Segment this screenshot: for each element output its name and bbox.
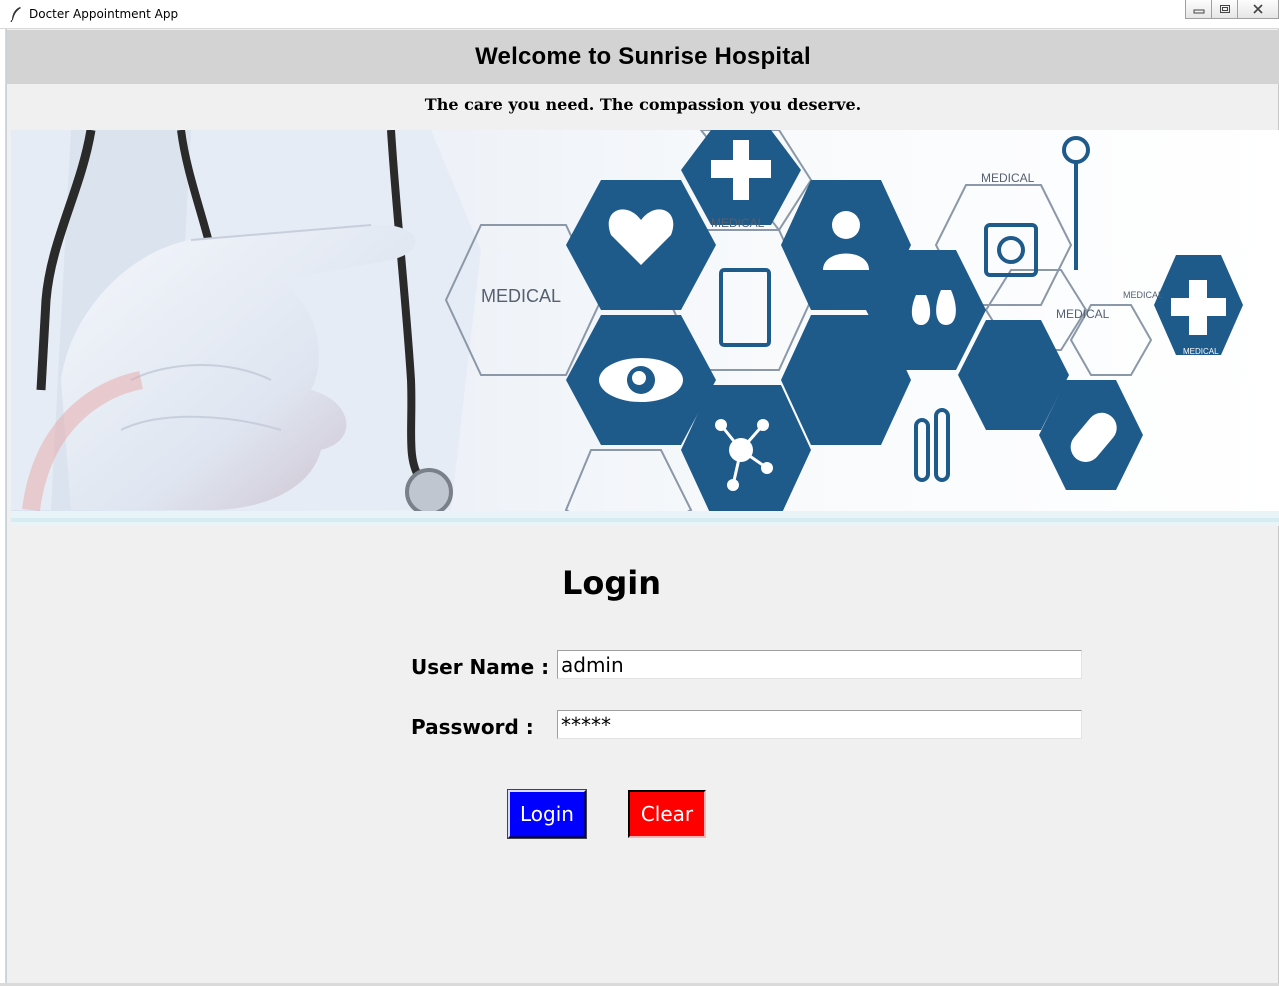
login-button[interactable]: Login <box>507 789 587 839</box>
hex-label: MEDICAL <box>1056 307 1110 321</box>
login-heading: Login <box>562 564 662 602</box>
hex-label: MEDICAL <box>481 286 561 306</box>
close-icon <box>1253 4 1263 14</box>
password-input[interactable]: ***** <box>557 710 1082 739</box>
minimize-button[interactable] <box>1185 0 1212 19</box>
username-input[interactable]: admin <box>557 650 1082 679</box>
hex-label: MEDICAL <box>1183 347 1219 356</box>
feather-icon <box>10 7 21 22</box>
hex-label: MEDICAL <box>711 216 765 230</box>
maximize-button[interactable] <box>1211 0 1238 19</box>
page-title: Welcome to Sunrise Hospital <box>475 43 811 70</box>
password-label: Password : <box>411 715 534 739</box>
title-bar[interactable]: Docter Appointment App <box>0 0 1279 29</box>
header-bar: Welcome to Sunrise Hospital <box>7 30 1279 84</box>
window-controls <box>1185 0 1279 20</box>
clear-button[interactable]: Clear <box>628 790 706 838</box>
window-left-border <box>0 29 7 986</box>
tagline: The care you need. The compassion you de… <box>424 95 862 114</box>
hex-label: MEDICAL <box>981 171 1035 185</box>
window-title: Docter Appointment App <box>29 7 179 21</box>
app-window: Docter Appointment App Welcome to Sunris… <box>0 0 1279 986</box>
minimize-icon <box>1193 9 1204 14</box>
hospital-banner-image: MEDICAL MEDICAL MEDICAL MEDICAL MEDICAL … <box>11 130 1279 526</box>
close-button[interactable] <box>1237 0 1279 19</box>
maximize-icon <box>1219 5 1230 13</box>
username-label: User Name : <box>411 655 550 679</box>
hex-label: MEDICAL <box>1123 290 1163 300</box>
